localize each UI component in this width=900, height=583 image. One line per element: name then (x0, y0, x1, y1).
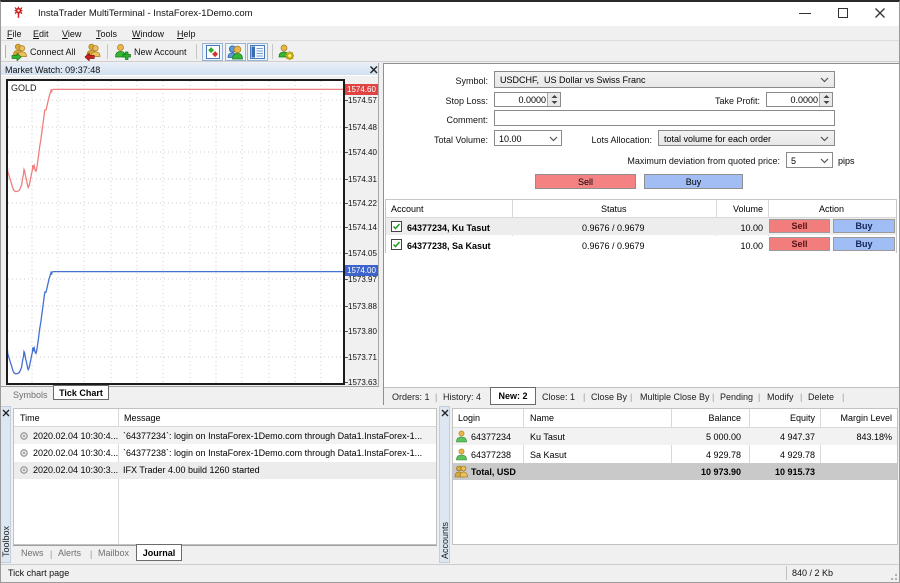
svg-text:GOLD: GOLD (11, 83, 37, 93)
